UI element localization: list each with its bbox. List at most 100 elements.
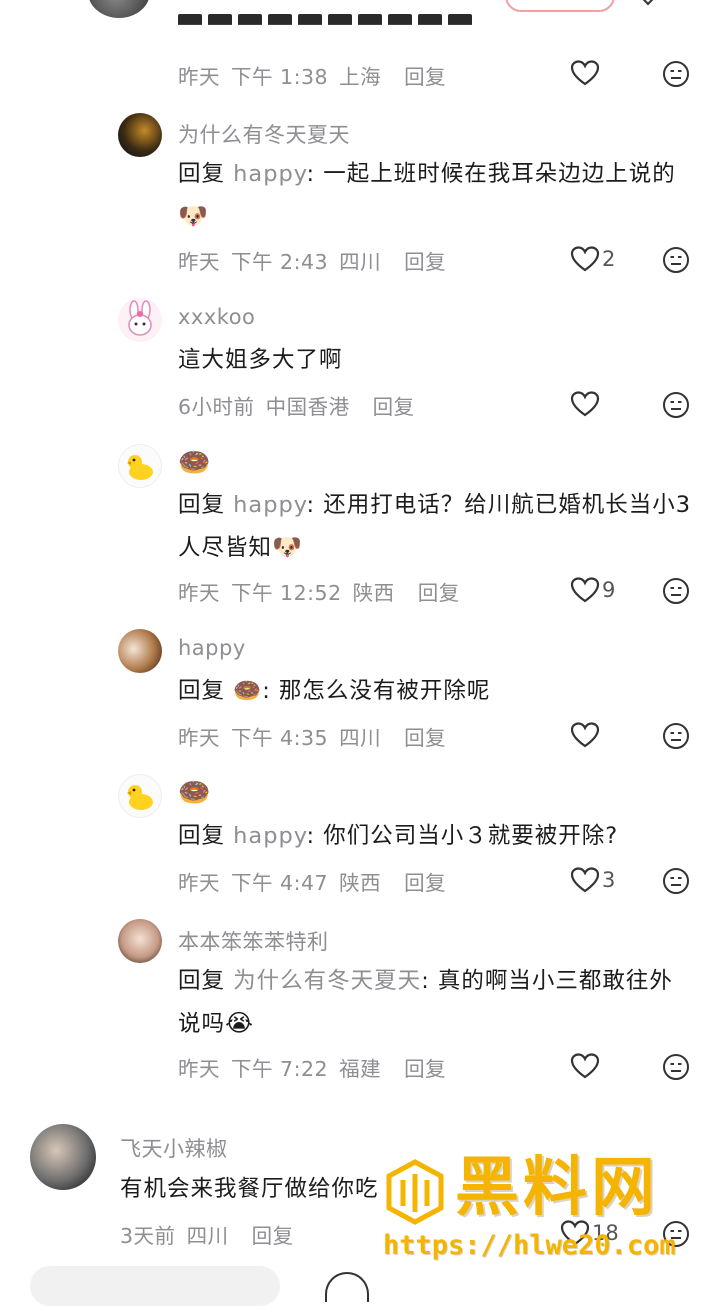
like-button[interactable] (570, 389, 602, 419)
dislike-face-icon (663, 61, 689, 87)
like-count: 3 (602, 868, 616, 892)
reply-prefix: 回复 (178, 968, 226, 994)
dislike-face-icon (663, 247, 689, 273)
mention-link[interactable]: happy (233, 823, 306, 849)
dislike-face-icon (663, 868, 689, 894)
reply-button[interactable]: 回复 (404, 726, 446, 750)
avatar[interactable] (118, 629, 162, 673)
dislike-button[interactable] (662, 391, 690, 419)
heart-icon (570, 722, 600, 748)
reply-prefix: 回复 (178, 161, 226, 187)
reply-prefix: 回复 (178, 492, 226, 518)
reply-button[interactable]: 回复 (404, 1057, 446, 1081)
reply-button[interactable]: 回复 (418, 581, 460, 605)
comment-location: 四川 (339, 250, 382, 274)
comment-body: : 一起上班时候在我耳朵边边上说的 (306, 161, 676, 187)
reply-button[interactable]: 回复 (373, 395, 415, 419)
watermark-title: 黑料网 (455, 1151, 659, 1225)
mention-link[interactable]: happy (233, 161, 306, 187)
comment-meta: 昨天 下午 4:47 陕西 回复 (178, 866, 446, 896)
comment-username[interactable]: 🍩 (178, 778, 211, 808)
comment-location: 四川 (186, 1224, 229, 1248)
comment-location: 陕西 (352, 581, 395, 605)
comment-text: 回复 为什么有冬天夏天: 真的啊当小三都敢往外说吗😭 (178, 960, 693, 1045)
dislike-button[interactable] (662, 1053, 690, 1081)
comment-meta: 6小时前 中国香港 回复 (178, 390, 415, 420)
dislike-face-icon (663, 1054, 689, 1080)
comment-text: 回复 🍩: 那怎么没有被开除呢 (178, 670, 693, 712)
like-button[interactable]: 3 (570, 865, 615, 895)
comment-text: 回复 happy: 你们公司当小３就要被开除? (178, 815, 693, 857)
comment-username[interactable]: 为什么有冬天夏天 (178, 119, 350, 149)
heart-icon (570, 867, 600, 893)
avatar[interactable] (118, 919, 162, 963)
avatar[interactable] (30, 1124, 96, 1190)
heart-icon (570, 1053, 600, 1079)
dislike-button[interactable] (662, 867, 690, 895)
comment-meta: 3天前 四川 回复 (120, 1219, 294, 1249)
avatar[interactable] (88, 0, 150, 18)
emoji-button-icon[interactable] (325, 1272, 369, 1302)
like-count: 9 (602, 578, 616, 602)
bunny-avatar-icon (128, 300, 152, 336)
mention-link[interactable]: 🍩 (233, 678, 262, 704)
reply-button[interactable]: 回复 (404, 250, 446, 274)
comment-text: 回复 happy: 一起上班时候在我耳朵边边上说的 🐶 (178, 153, 688, 238)
comment-username[interactable]: happy (178, 636, 246, 660)
avatar[interactable] (118, 774, 162, 818)
like-count: 2 (602, 247, 616, 271)
avatar[interactable] (118, 298, 162, 342)
dislike-button[interactable] (662, 60, 690, 88)
heart-icon (570, 577, 600, 603)
mention-link[interactable]: 为什么有冬天夏天 (233, 968, 421, 994)
comment-meta: 昨天 下午 1:38 上海 回复 (178, 60, 446, 90)
avatar[interactable] (118, 444, 162, 488)
comment-day: 3天前 (120, 1224, 176, 1248)
comment-day: 昨天 (178, 871, 220, 895)
donut-icon: 🍩 (178, 778, 211, 808)
comment-location: 中国香港 (265, 395, 350, 419)
comment-meta: 昨天 下午 2:43 四川 回复 (178, 245, 446, 275)
like-button[interactable]: 2 (570, 244, 615, 274)
chevron-down-icon[interactable] (636, 0, 660, 6)
like-button[interactable] (570, 58, 602, 88)
comment-thread: 昨天 下午 1:38 上海 回复 为什么有冬天夏天 回复 happy: 一起上班… (0, 0, 720, 1306)
dislike-button[interactable] (662, 722, 690, 750)
comment-day: 昨天 (178, 726, 220, 750)
duck-avatar-icon (127, 455, 153, 480)
dislike-button[interactable] (662, 577, 690, 605)
duck-avatar-icon (127, 785, 153, 810)
comment-body: : 你们公司当小３就要被开除? (306, 823, 619, 849)
reply-button[interactable]: 回复 (404, 871, 446, 895)
like-button[interactable] (570, 720, 602, 750)
donut-icon: 🍩 (178, 448, 211, 478)
comment-username[interactable]: 🍩 (178, 448, 211, 478)
comment-input[interactable] (30, 1266, 280, 1306)
comment-day: 昨天 (178, 65, 220, 89)
reply-prefix: 回复 (178, 823, 226, 849)
comment-username[interactable]: 飞天小辣椒 (120, 1133, 228, 1163)
comment-day: 6小时前 (178, 395, 255, 419)
comment-day: 昨天 (178, 250, 220, 274)
avatar[interactable] (118, 113, 162, 157)
comment-day: 昨天 (178, 1057, 220, 1081)
reply-button[interactable]: 回复 (404, 65, 446, 89)
comment-meta: 昨天 下午 4:35 四川 回复 (178, 721, 446, 751)
comment-time: 下午 4:47 (231, 871, 329, 895)
comment-username[interactable]: 本本笨笨苯特利 (178, 926, 329, 956)
comment-time: 下午 7:22 (231, 1057, 329, 1081)
dislike-button[interactable] (662, 246, 690, 274)
comment-text: 這大姐多大了啊 (178, 339, 688, 381)
emoji-icon: 🐶 (178, 202, 209, 230)
like-button[interactable] (570, 1051, 602, 1081)
comment-username[interactable]: xxxkoo (178, 305, 255, 329)
mention-link[interactable]: happy (233, 492, 306, 518)
follow-button[interactable] (505, 0, 615, 12)
heart-icon (570, 246, 600, 272)
comment-day: 昨天 (178, 581, 220, 605)
dislike-face-icon (663, 392, 689, 418)
like-button[interactable]: 9 (570, 575, 615, 605)
comment-text-cut (178, 14, 508, 25)
comment-location: 福建 (339, 1057, 382, 1081)
reply-button[interactable]: 回复 (252, 1224, 294, 1248)
